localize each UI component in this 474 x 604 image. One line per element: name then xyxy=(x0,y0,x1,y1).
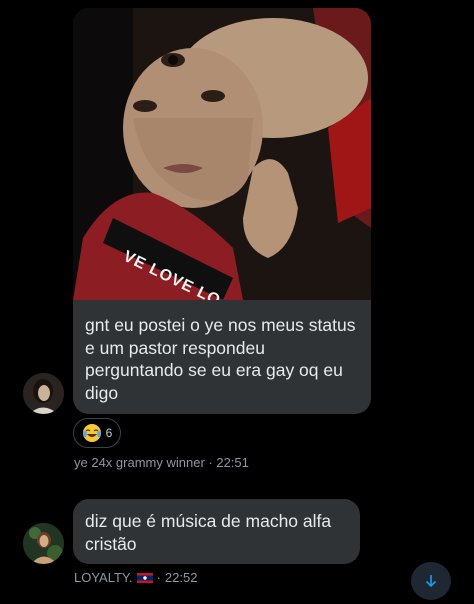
message-time: 22:52 xyxy=(164,570,198,585)
scroll-to-bottom-button[interactable] xyxy=(411,562,451,600)
crying-laughing-emoji-icon xyxy=(82,424,101,442)
message-meta-2: LOYALTY. · 22:52 xyxy=(74,570,197,585)
message-time: 22:51 xyxy=(216,455,249,470)
meta-separator: · xyxy=(204,455,217,470)
message-bubble-2[interactable]: diz que é música de macho alfa cristão xyxy=(73,499,360,564)
photo-illustration xyxy=(73,8,371,300)
sender-name[interactable]: ye 24x grammy winner xyxy=(74,455,205,470)
sender-name[interactable]: LOYALTY. xyxy=(74,570,133,585)
avatar-image xyxy=(23,523,64,564)
avatar[interactable] xyxy=(23,373,64,414)
laos-flag-icon xyxy=(136,572,153,583)
message-text: diz que é música de macho alfa cristão xyxy=(85,511,332,554)
avatar-image xyxy=(23,373,64,414)
reaction-badge[interactable]: 6 xyxy=(73,418,121,448)
reaction-count: 6 xyxy=(105,426,113,440)
message-meta-1: ye 24x grammy winner · 22:51 xyxy=(74,455,249,470)
message-text: gnt eu postei o ye nos meus status e um … xyxy=(85,315,356,403)
arrow-down-icon xyxy=(425,575,437,588)
message-bubble-1[interactable]: VE LOVE LO gnt eu postei o ye nos meus s… xyxy=(73,8,371,414)
avatar[interactable] xyxy=(23,523,64,564)
message-image[interactable]: VE LOVE LO xyxy=(73,8,371,300)
meta-separator: · xyxy=(156,570,161,585)
